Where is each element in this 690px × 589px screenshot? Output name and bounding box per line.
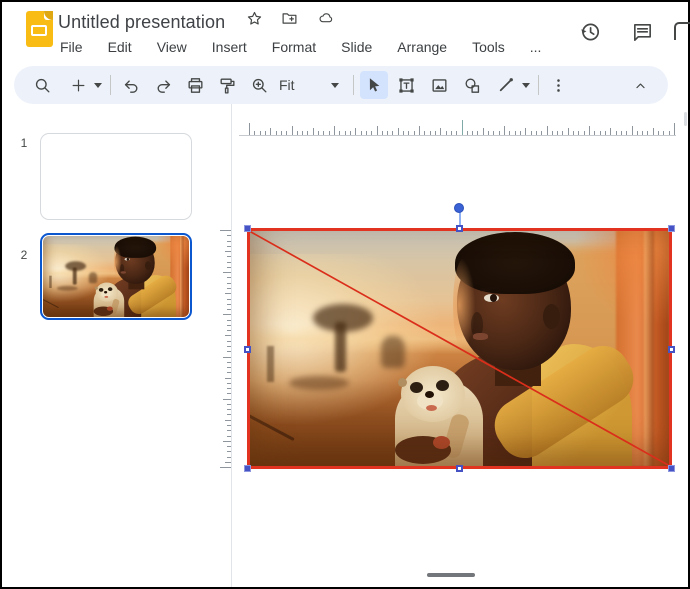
insert-image-button[interactable]: [426, 71, 454, 99]
text-box-button[interactable]: [393, 71, 421, 99]
select-tool-button[interactable]: [360, 71, 388, 99]
cloud-status-icon[interactable]: [316, 10, 336, 27]
resize-handle-e[interactable]: [668, 346, 675, 353]
savanna-photo[interactable]: [249, 230, 670, 467]
zoom-select[interactable]: Fit: [273, 71, 347, 99]
line-caret-icon[interactable]: [522, 83, 530, 88]
zoom-caret-icon: [331, 83, 339, 88]
zoom-value: Fit: [279, 77, 295, 93]
document-title[interactable]: Untitled presentation: [58, 12, 225, 32]
menu-tools[interactable]: Tools: [470, 38, 507, 56]
resize-handle-n[interactable]: [456, 225, 463, 232]
slide-1-thumbnail[interactable]: [40, 133, 192, 220]
menu-format[interactable]: Format: [270, 38, 318, 56]
resize-handle-s[interactable]: [456, 465, 463, 472]
google-slides-window: Untitled presentation File Edit View Ins…: [0, 0, 690, 589]
clipped-right-icon[interactable]: [674, 22, 690, 40]
menu-file[interactable]: File: [58, 38, 85, 56]
slide-2-thumbnail[interactable]: [40, 233, 192, 320]
rotation-handle[interactable]: [454, 203, 464, 213]
move-folder-icon[interactable]: [280, 10, 299, 27]
print-button[interactable]: [181, 71, 209, 99]
zoom-in-icon[interactable]: [245, 71, 273, 99]
toolbar-separator: [538, 75, 539, 95]
toolbar-separator: [110, 75, 111, 95]
version-history-icon[interactable]: [578, 20, 602, 49]
workspace: 1 2: [2, 104, 688, 587]
slides-logo-icon[interactable]: [26, 11, 53, 47]
toolbar: Fit: [14, 66, 668, 104]
menu-slide[interactable]: Slide: [339, 38, 374, 56]
search-menus-icon[interactable]: [28, 71, 56, 99]
star-icon[interactable]: [246, 10, 263, 27]
slide-2-number: 2: [14, 248, 34, 262]
selected-image[interactable]: [249, 230, 670, 467]
redo-button[interactable]: [149, 71, 177, 99]
menu-edit[interactable]: Edit: [106, 38, 134, 56]
paint-format-button[interactable]: [213, 71, 241, 99]
slide-1-number: 1: [14, 136, 34, 150]
menu-arrange[interactable]: Arrange: [395, 38, 449, 56]
comments-icon[interactable]: [631, 21, 654, 49]
filmstrip-divider: [231, 104, 232, 587]
horizontal-ruler: [239, 135, 676, 136]
resize-handle-se[interactable]: [668, 465, 675, 472]
resize-handle-w[interactable]: [244, 346, 251, 353]
more-options-icon[interactable]: [545, 71, 573, 99]
insert-line-button[interactable]: [492, 71, 520, 99]
savanna-photo[interactable]: [43, 236, 189, 317]
titlebar: Untitled presentation File Edit View Ins…: [2, 2, 688, 64]
menu-overflow[interactable]: ...: [528, 38, 544, 56]
undo-button[interactable]: [117, 71, 145, 99]
new-slide-button[interactable]: [64, 71, 92, 99]
menu-view[interactable]: View: [155, 38, 189, 56]
resize-handle-ne[interactable]: [668, 225, 675, 232]
toolbar-separator: [353, 75, 354, 95]
new-slide-caret-icon[interactable]: [94, 83, 102, 88]
menu-insert[interactable]: Insert: [210, 38, 249, 56]
horizontal-scrollbar-thumb[interactable]: [427, 573, 475, 577]
collapse-toolbar-icon[interactable]: [626, 71, 654, 99]
vertical-scrollbar[interactable]: [684, 112, 687, 126]
resize-handle-nw[interactable]: [244, 225, 251, 232]
insert-shape-button[interactable]: [459, 71, 487, 99]
slide-2-thumbnail-image: [43, 236, 189, 317]
menubar: File Edit View Insert Format Slide Arran…: [58, 38, 543, 56]
resize-handle-sw[interactable]: [244, 465, 251, 472]
